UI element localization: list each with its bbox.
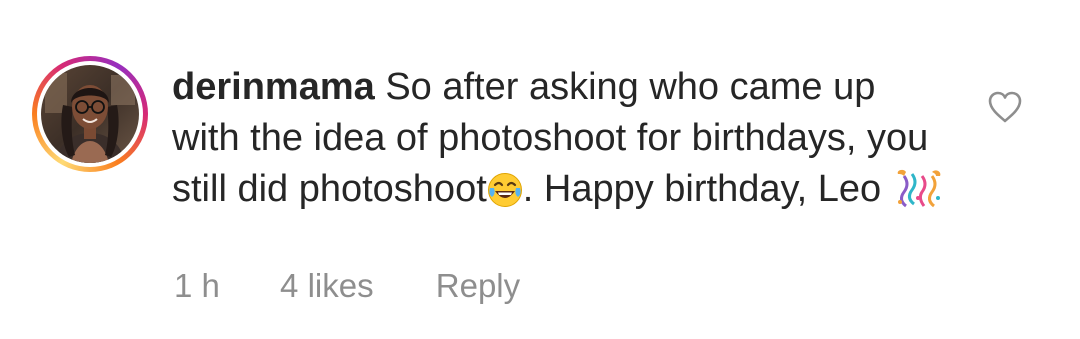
avatar-frame: [37, 61, 143, 167]
comment-meta: 1 h 4 likes Reply: [174, 266, 520, 306]
comment-text: derinmama So after asking who came up wi…: [172, 62, 952, 222]
avatar[interactable]: [41, 65, 139, 163]
comment-text-part-2: . Happy birthday, Leo: [522, 168, 892, 210]
reply-button[interactable]: Reply: [436, 266, 520, 306]
confetti-ball-emoji: [892, 168, 944, 222]
tears-of-joy-emoji: [487, 171, 523, 222]
heart-icon[interactable]: [987, 90, 1023, 124]
comment-item: derinmama So after asking who came up wi…: [0, 0, 1080, 339]
avatar-photo: [41, 65, 139, 163]
comment-likes-count[interactable]: 4 likes: [280, 266, 374, 306]
comment-username[interactable]: derinmama: [172, 66, 375, 108]
story-ring[interactable]: [32, 56, 148, 172]
comment-timestamp[interactable]: 1 h: [174, 266, 220, 306]
